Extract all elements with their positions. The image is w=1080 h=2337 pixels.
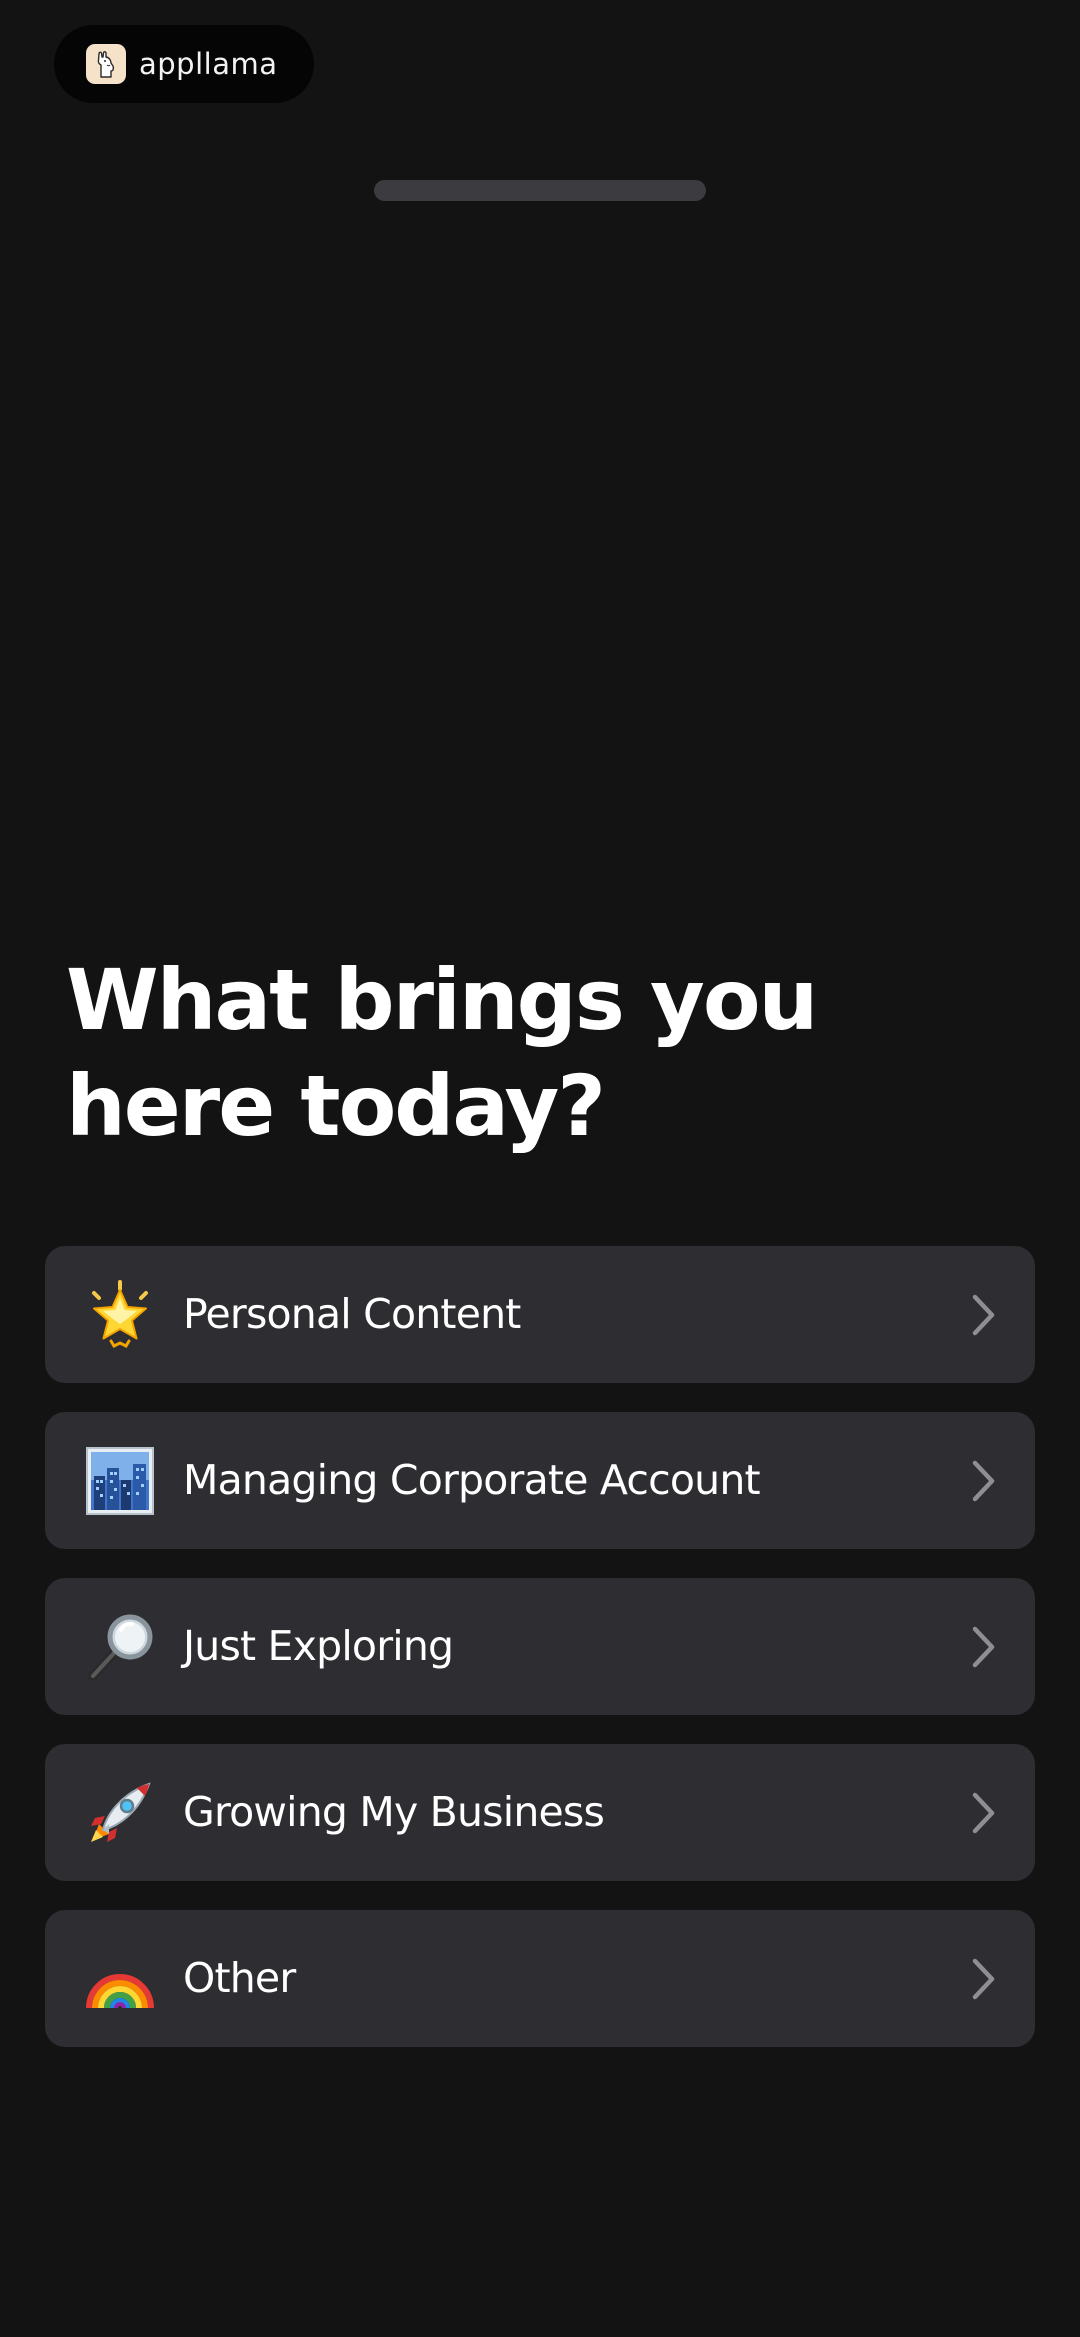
- title-line-2: here today?: [66, 1057, 606, 1155]
- magnifying-glass-icon: [85, 1612, 155, 1682]
- brand-name: appllama: [139, 47, 278, 81]
- rainbow-icon: [85, 1944, 155, 2014]
- option-managing-corporate-account[interactable]: Managing Corporate Account: [45, 1412, 1035, 1549]
- chevron-right-icon: [971, 1459, 997, 1503]
- chevron-right-icon: [971, 1293, 997, 1337]
- option-label: Growing My Business: [183, 1788, 605, 1836]
- option-label: Just Exploring: [183, 1622, 454, 1670]
- onboarding-screen: appllama What brings you here today? Per…: [0, 0, 1080, 2337]
- option-label: Managing Corporate Account: [183, 1456, 761, 1504]
- options-list: Personal Content Managing Corporate Acco…: [45, 1246, 1035, 2076]
- option-personal-content[interactable]: Personal Content: [45, 1246, 1035, 1383]
- sheet-grabber[interactable]: [374, 180, 706, 201]
- chevron-right-icon: [971, 1791, 997, 1835]
- rocket-icon: [85, 1778, 155, 1848]
- cityscape-icon: [85, 1446, 155, 1516]
- llama-icon: [86, 44, 126, 84]
- appllama-watermark: appllama: [54, 25, 314, 103]
- option-other[interactable]: Other: [45, 1910, 1035, 2047]
- option-just-exploring[interactable]: Just Exploring: [45, 1578, 1035, 1715]
- glowing-star-icon: [85, 1280, 155, 1350]
- option-label: Personal Content: [183, 1290, 521, 1338]
- option-growing-my-business[interactable]: Growing My Business: [45, 1744, 1035, 1881]
- option-label: Other: [183, 1954, 296, 2002]
- page-title: What brings you here today?: [66, 947, 966, 1159]
- chevron-right-icon: [971, 1957, 997, 2001]
- chevron-right-icon: [971, 1625, 997, 1669]
- title-line-1: What brings you: [66, 951, 818, 1049]
